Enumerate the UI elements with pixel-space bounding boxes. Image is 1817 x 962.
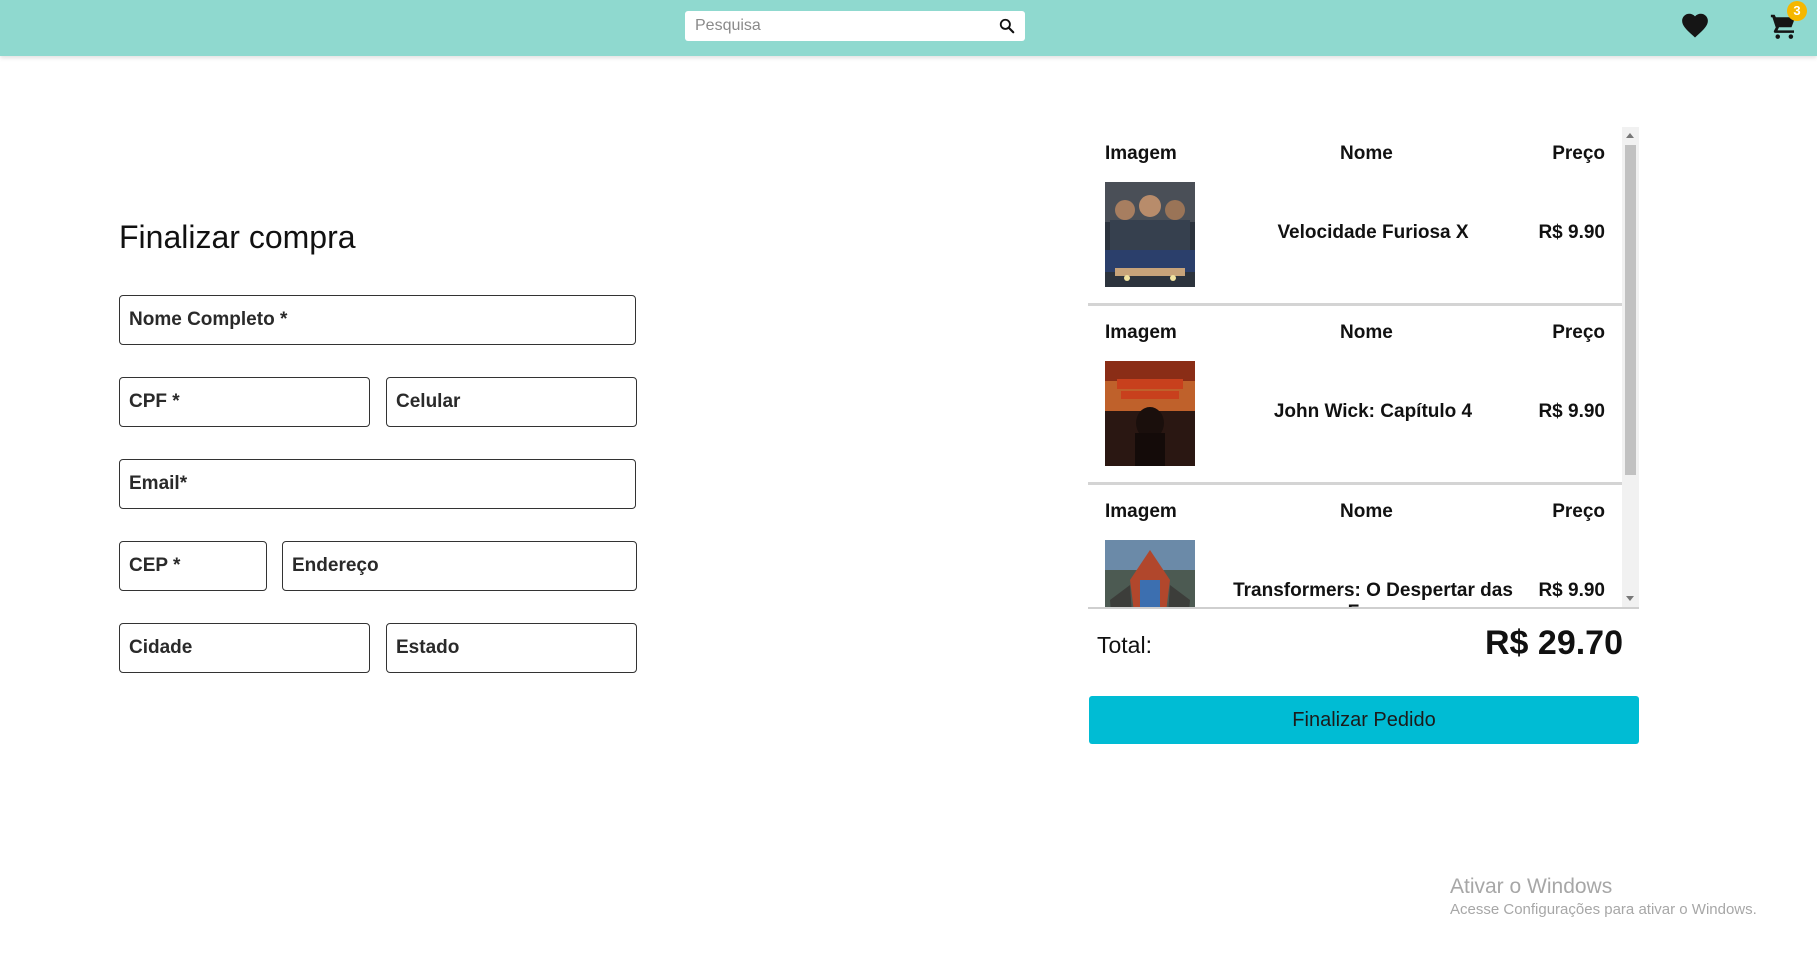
cep-field <box>119 541 267 591</box>
top-navbar: 3 <box>0 0 1817 56</box>
state-input[interactable] <box>387 624 636 672</box>
order-list-scrollbar[interactable] <box>1622 127 1639 607</box>
column-header-image: Imagem <box>1105 501 1177 522</box>
city-input[interactable] <box>120 624 369 672</box>
movie-poster-image <box>1105 182 1195 287</box>
column-header-price: Preço <box>1552 322 1605 343</box>
total-label: Total: <box>1097 632 1152 658</box>
full-name-field <box>119 295 636 345</box>
cart-count-badge: 3 <box>1787 1 1807 21</box>
cpf-input[interactable] <box>120 378 369 426</box>
column-header-image: Imagem <box>1105 322 1177 343</box>
column-header-price: Preço <box>1552 143 1605 164</box>
movie-poster-image <box>1105 361 1195 466</box>
finish-order-button[interactable]: Finalizar Pedido <box>1089 696 1639 744</box>
phone-input[interactable] <box>387 378 636 426</box>
order-item: Imagem Nome Preço Transformers: O Desper… <box>1088 485 1623 607</box>
item-price: R$ 9.90 <box>1538 222 1605 243</box>
windows-activation-title: Ativar o Windows <box>1450 875 1613 898</box>
column-header-name: Nome <box>1340 501 1393 522</box>
search-box <box>685 11 1025 41</box>
windows-activation-subtitle: Acesse Configurações para ativar o Windo… <box>1450 901 1757 918</box>
favorites-heart-icon[interactable] <box>1680 11 1710 39</box>
scrollbar-thumb[interactable] <box>1625 145 1636 475</box>
page-title: Finalizar compra <box>119 219 356 255</box>
column-header-name: Nome <box>1340 143 1393 164</box>
city-field <box>119 623 370 673</box>
item-price: R$ 9.90 <box>1538 401 1605 422</box>
email-field <box>119 459 636 509</box>
address-input[interactable] <box>283 542 636 590</box>
movie-poster-image <box>1105 540 1195 607</box>
order-items-list[interactable]: Imagem Nome Preço Velocidade Furiosa X R… <box>1088 127 1639 609</box>
column-header-image: Imagem <box>1105 143 1177 164</box>
state-field <box>386 623 637 673</box>
search-icon[interactable] <box>997 16 1017 36</box>
column-header-name: Nome <box>1340 322 1393 343</box>
phone-field <box>386 377 637 427</box>
scroll-up-arrow-icon[interactable] <box>1626 133 1634 138</box>
email-input[interactable] <box>120 460 635 508</box>
item-name: Transformers: O Despertar das Feras <box>1233 580 1513 607</box>
scroll-down-arrow-icon[interactable] <box>1626 596 1634 601</box>
item-price: R$ 9.90 <box>1538 580 1605 601</box>
order-item: Imagem Nome Preço Velocidade Furiosa X R… <box>1088 127 1623 306</box>
order-item: Imagem Nome Preço John Wick: Capítulo 4 … <box>1088 306 1623 485</box>
total-value: R$ 29.70 <box>1485 624 1623 662</box>
cpf-field <box>119 377 370 427</box>
search-input[interactable] <box>685 11 985 41</box>
address-field <box>282 541 637 591</box>
cep-input[interactable] <box>120 542 266 590</box>
column-header-price: Preço <box>1552 501 1605 522</box>
full-name-input[interactable] <box>120 296 635 344</box>
item-name: John Wick: Capítulo 4 <box>1273 401 1473 422</box>
item-name: Velocidade Furiosa X <box>1277 222 1469 243</box>
